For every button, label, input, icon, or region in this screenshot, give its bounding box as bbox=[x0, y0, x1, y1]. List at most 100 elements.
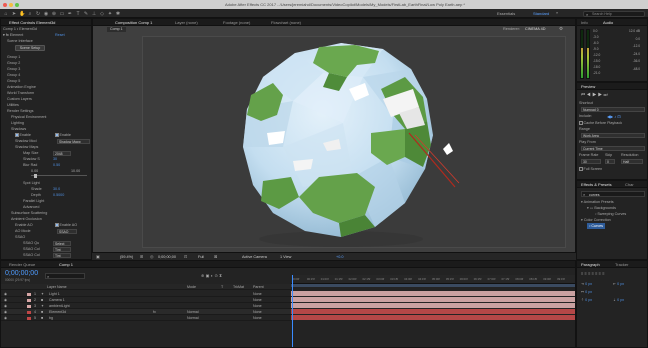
tab-composition[interactable]: Composition Comp 1 bbox=[115, 20, 152, 26]
indent-left[interactable]: ⇥ 0 px bbox=[581, 281, 592, 287]
selection-tool-icon[interactable]: ➤ bbox=[11, 11, 17, 17]
region-of-interest-icon[interactable]: ⊠ bbox=[214, 254, 217, 259]
label-color-swatch[interactable] bbox=[27, 298, 31, 302]
playhead[interactable] bbox=[292, 275, 293, 347]
camera-tool-icon[interactable]: ◉ bbox=[43, 11, 49, 17]
range-select[interactable]: Work Area bbox=[581, 133, 645, 138]
visibility-eye-icon[interactable]: ◉ bbox=[4, 315, 7, 321]
tab-audio[interactable]: Audio bbox=[603, 20, 613, 26]
comp-name-tab[interactable]: Comp 1 bbox=[107, 27, 126, 32]
shadow-mode-select[interactable]: Shadow Mapp bbox=[57, 138, 90, 144]
timeline-search-field[interactable]: ⌕ bbox=[45, 273, 85, 279]
skip-value[interactable]: 0 bbox=[605, 159, 615, 164]
layer-row-bg[interactable]: ◉ 5 ■ bg Normal None bbox=[1, 315, 291, 321]
resolution-select[interactable]: Full bbox=[198, 255, 204, 259]
comp-viewer-canvas[interactable] bbox=[142, 36, 566, 248]
layer-track[interactable] bbox=[291, 291, 575, 297]
grid-icon[interactable]: ⊞ bbox=[140, 254, 143, 259]
time-ruler[interactable]: 0:00f 00:15f 01:00f 01:15f 02:00f 02:15f 03:00… bbox=[291, 275, 575, 284]
effect-item-selected[interactable]: ▫ Curves bbox=[587, 223, 606, 230]
renderer-settings-icon[interactable]: ⚙ bbox=[559, 26, 563, 32]
layer-track[interactable] bbox=[291, 309, 575, 315]
shortcut-select[interactable]: Numpad 0 bbox=[581, 107, 645, 112]
pen-tool-icon[interactable]: ✒ bbox=[67, 11, 73, 17]
play-from-select[interactable]: Current Time bbox=[581, 146, 645, 151]
camera-snapshot-icon[interactable]: ◎ bbox=[150, 254, 154, 259]
layer-track[interactable] bbox=[291, 315, 575, 321]
checkbox[interactable] bbox=[579, 167, 583, 171]
always-preview-icon[interactable]: ▣ bbox=[96, 254, 100, 259]
pan-behind-tool-icon[interactable]: ⊕ bbox=[51, 11, 57, 17]
indent-right[interactable]: ⇤ 0 px bbox=[613, 281, 624, 287]
home-icon[interactable]: ⌂ bbox=[3, 11, 9, 17]
zoom-tool-icon[interactable]: ⌕ bbox=[27, 11, 33, 17]
workspace-menu-icon[interactable]: » bbox=[556, 10, 558, 15]
roto-brush-icon[interactable]: ✦ bbox=[107, 11, 113, 17]
ssao-row-value[interactable]: Select bbox=[53, 240, 71, 246]
label-color-swatch[interactable] bbox=[27, 316, 31, 320]
indent-first[interactable]: ↦ 0 px bbox=[581, 289, 592, 295]
map-size-select[interactable]: 2048 bbox=[53, 150, 71, 156]
tab-footage[interactable]: Footage (none) bbox=[223, 20, 250, 26]
effects-search-field[interactable]: ⌕ curves bbox=[581, 191, 645, 197]
snapshot-icon[interactable]: ⊡ bbox=[184, 254, 187, 259]
scene-setup-button[interactable]: Scene Setup bbox=[15, 45, 45, 51]
zoom-window-button[interactable] bbox=[15, 2, 19, 7]
depth-value[interactable]: 0.5000 bbox=[53, 192, 64, 198]
include-toggles[interactable]: ◀▶ ♪ ⊡ bbox=[607, 114, 621, 119]
layer-track[interactable] bbox=[291, 303, 575, 309]
checkbox[interactable] bbox=[579, 121, 583, 125]
label-color-swatch[interactable] bbox=[27, 310, 31, 314]
hand-tool-icon[interactable]: ✋ bbox=[19, 11, 25, 17]
tab-tracker[interactable]: Tracker bbox=[615, 262, 628, 268]
checkbox[interactable] bbox=[55, 133, 59, 137]
search-help-field[interactable]: ⌕ Search Help bbox=[583, 10, 645, 17]
comp-timecode[interactable]: 0;00;00;00 bbox=[158, 255, 176, 259]
renderer-value[interactable]: CINEMA 4D bbox=[525, 27, 545, 31]
workspace-essentials[interactable]: Essentials bbox=[497, 11, 515, 16]
full-screen-row[interactable]: Full Screen bbox=[579, 166, 602, 172]
ssao-row-value[interactable]: Tint bbox=[53, 252, 71, 258]
timeline-current-time[interactable]: 0;00;00;00 bbox=[5, 270, 38, 277]
rectangle-tool-icon[interactable]: ▭ bbox=[59, 11, 65, 17]
align-buttons[interactable]: ≡≡≡≡≡≡≡ bbox=[581, 271, 606, 276]
puppet-tool-icon[interactable]: ✱ bbox=[115, 11, 121, 17]
brush-tool-icon[interactable]: ✎ bbox=[83, 11, 89, 17]
ao-mode-select[interactable]: SSAO bbox=[57, 228, 77, 234]
ec-reset-link[interactable]: Reset bbox=[55, 32, 65, 38]
minimize-window-button[interactable] bbox=[9, 2, 13, 7]
parent-select[interactable]: None bbox=[253, 315, 262, 321]
ssao-row-value[interactable]: Tint bbox=[53, 246, 71, 252]
mode-select[interactable]: Normal bbox=[187, 315, 199, 321]
tab-preview[interactable]: Preview bbox=[581, 84, 595, 90]
checkbox[interactable] bbox=[55, 223, 59, 227]
frame-rate-select[interactable]: 30 bbox=[581, 159, 601, 164]
label-color-swatch[interactable] bbox=[27, 292, 31, 296]
space-before[interactable]: ⇡ 0 px bbox=[581, 297, 592, 303]
rotate-tool-icon[interactable]: ↻ bbox=[35, 11, 41, 17]
tab-flowchart[interactable]: Flowchart (none) bbox=[271, 20, 301, 26]
exposure-value[interactable]: +0.0 bbox=[336, 255, 344, 259]
timeline-switch-icons[interactable]: ⊕ ▣ ◐ ⊙ ⧗ bbox=[201, 273, 222, 278]
camera-view-select[interactable]: Active Camera bbox=[242, 255, 267, 259]
resolution-select[interactable]: Half bbox=[621, 159, 643, 164]
label-color-swatch[interactable] bbox=[27, 304, 31, 308]
tab-render-queue[interactable]: Render Queue bbox=[9, 262, 35, 268]
slider-handle[interactable] bbox=[34, 173, 37, 178]
space-after[interactable]: ⇣ 0 px bbox=[613, 297, 624, 303]
blur-rad-slider[interactable] bbox=[31, 173, 87, 178]
last-frame-icon[interactable]: ⏭ bbox=[603, 92, 609, 97]
tab-layer[interactable]: Layer (none) bbox=[175, 20, 198, 26]
tab-effects-presets[interactable]: Effects & Presets bbox=[581, 182, 612, 188]
workspace-standard[interactable]: Standard bbox=[533, 11, 549, 16]
tab-comp-1[interactable]: Comp 1 bbox=[59, 262, 73, 268]
zoom-level[interactable]: (59.4%) bbox=[120, 255, 133, 259]
type-tool-icon[interactable]: T bbox=[75, 11, 81, 17]
tab-character[interactable]: Char bbox=[625, 182, 634, 188]
work-area-bar[interactable] bbox=[291, 284, 575, 287]
tab-paragraph[interactable]: Paragraph bbox=[581, 262, 600, 268]
blur-rad-value[interactable]: 0.50 bbox=[53, 162, 60, 168]
tab-info[interactable]: Info bbox=[581, 20, 588, 26]
stamp-tool-icon[interactable]: ⊥ bbox=[91, 11, 97, 17]
close-window-button[interactable] bbox=[3, 2, 7, 7]
